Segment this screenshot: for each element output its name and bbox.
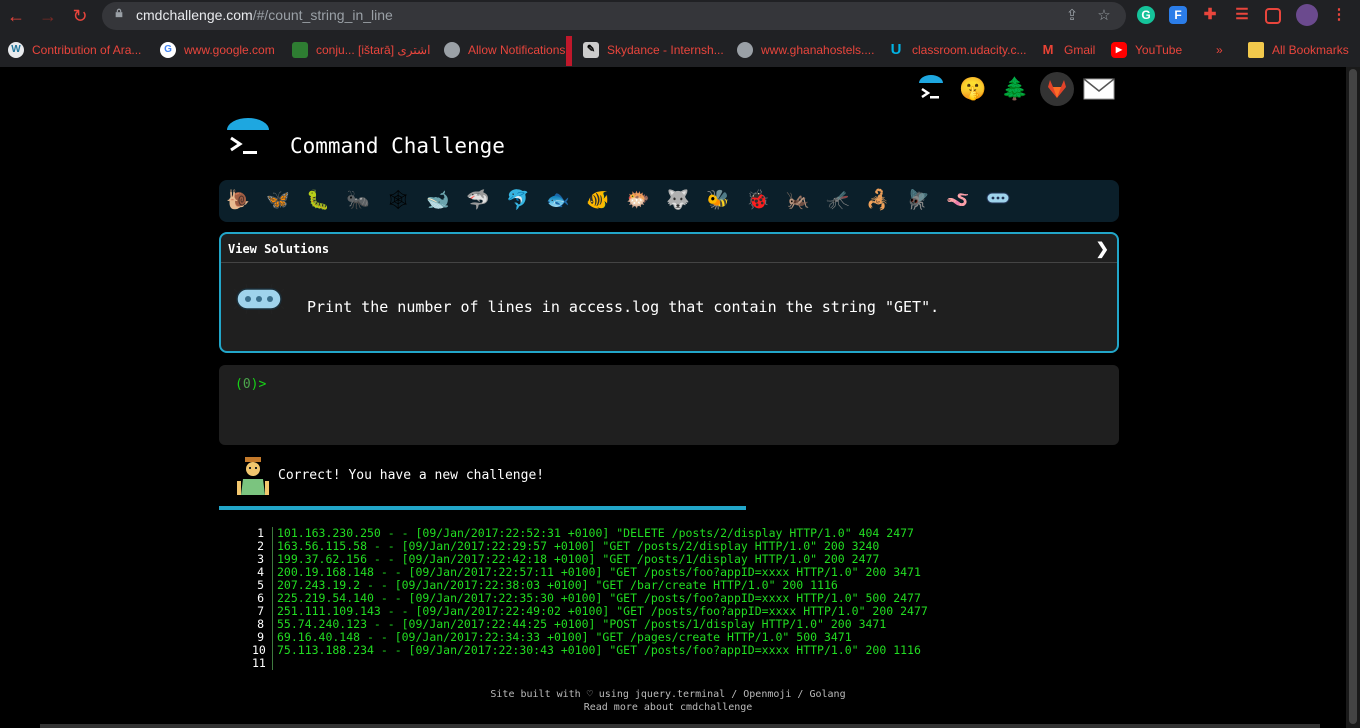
globe-icon: [737, 42, 753, 58]
command-output-log: 1 101.163.230.250 - - [09/Jan/2017:22:52:…: [252, 527, 992, 670]
bookmark-star-icon[interactable]: ☆: [1094, 6, 1114, 26]
extensions-puzzle-icon[interactable]: ✚: [1201, 6, 1219, 24]
terminal-input[interactable]: (0)>: [219, 365, 1119, 445]
ant-icon[interactable]: 🐜: [345, 189, 371, 213]
page-title: Command Challenge: [290, 134, 505, 158]
terminal-logo-icon[interactable]: [914, 72, 948, 106]
microbe-icon: [233, 284, 285, 314]
mail-icon[interactable]: [1082, 72, 1116, 106]
youtube-icon: ▶: [1111, 42, 1127, 58]
command-challenge-logo-icon: [227, 118, 269, 154]
worm-icon[interactable]: 🪱: [945, 189, 971, 213]
ladybug-icon[interactable]: 🐞: [745, 189, 771, 213]
decorative-strip: [566, 36, 572, 66]
log-line: 10 75.113.188.234 - - [09/Jan/2017:22:30:…: [252, 644, 992, 657]
grammarly-extension-icon[interactable]: G: [1137, 6, 1155, 24]
challenge-animal-bar: 🐌 🦋 🐛 🐜 🕸 🐋 🦈 🐬 🐟 🐠 🐡 🐺 🐝 🐞 🦗 🦟 🦂 🪰 🪱: [219, 180, 1119, 222]
address-row: ← → ↻ cmdchallenge.com/#/count_string_in…: [0, 0, 1360, 32]
fish-icon[interactable]: 🐟: [545, 189, 571, 213]
microbe-icon[interactable]: [985, 189, 1011, 213]
log-line: 11: [252, 657, 992, 670]
footer-about-link[interactable]: Read more about cmdchallenge: [0, 701, 1336, 714]
footer: Site built with ♡ using jquery.terminal …: [0, 688, 1336, 714]
challenge-panel: View Solutions ❯ Print the number of lin…: [219, 232, 1119, 353]
browser-chrome: ← → ↻ cmdchallenge.com/#/count_string_in…: [0, 0, 1360, 67]
bookmark-youtube[interactable]: ▶ YouTube: [1111, 40, 1182, 60]
horizontal-scrollbar[interactable]: [40, 724, 1320, 728]
vertical-scrollbar[interactable]: [1346, 67, 1360, 728]
bee-icon[interactable]: 🐝: [705, 189, 731, 213]
tree-icon[interactable]: 🌲: [998, 72, 1032, 106]
terminal-prompt: (0)>: [235, 377, 267, 392]
reading-list-icon[interactable]: ☰: [1233, 6, 1251, 24]
bookmark-udacity[interactable]: Uclassroom.udacity.c...: [888, 40, 1027, 60]
bookmark-conju[interactable]: conju... [ištarā] اشترى: [292, 40, 430, 60]
bookmark-gmail[interactable]: M Gmail: [1040, 40, 1096, 60]
folder-icon: [1248, 42, 1264, 58]
genie-icon: [237, 457, 269, 495]
dolphin-icon[interactable]: 🐬: [505, 189, 531, 213]
mosquito-icon[interactable]: 🦟: [825, 189, 851, 213]
view-solutions-label: View Solutions: [228, 242, 330, 256]
scrollbar-thumb[interactable]: [1349, 69, 1357, 724]
bookmark-skydance[interactable]: ✎ Skydance - Internsh...: [583, 40, 724, 60]
shark-icon[interactable]: 🦈: [465, 189, 491, 213]
profile-avatar[interactable]: [1296, 4, 1318, 26]
feedback-text: Correct! You have a new challenge!: [278, 468, 545, 483]
menu-dots-icon[interactable]: ⋮: [1330, 6, 1348, 24]
shushing-face-icon[interactable]: 🤫: [956, 72, 990, 106]
gitlab-icon[interactable]: [1040, 72, 1074, 106]
butterfly-icon[interactable]: 🦋: [265, 189, 291, 213]
side-panel-icon[interactable]: [1265, 8, 1281, 24]
log-line-text: [272, 657, 277, 670]
chevron-right-icon: ❯: [1095, 241, 1109, 258]
bookmark-google[interactable]: Gwww.google.com: [160, 40, 275, 60]
footer-credits: Site built with ♡ using jquery.terminal …: [490, 689, 846, 700]
udacity-icon: U: [890, 41, 902, 58]
gmail-icon: M: [1042, 42, 1054, 57]
pen-icon: ✎: [583, 42, 599, 58]
fly-icon[interactable]: 🪰: [905, 189, 931, 213]
bookmark-allow-notifications[interactable]: Allow Notifications: [444, 40, 565, 60]
wordpress-icon: W: [8, 42, 24, 58]
blowfish-icon[interactable]: 🐡: [625, 189, 651, 213]
google-icon: G: [160, 42, 176, 58]
snail-icon[interactable]: 🐌: [225, 189, 251, 213]
bookmarks-bar: W Contribution of Ara... Gwww.google.com …: [0, 36, 1360, 64]
address-bar[interactable]: cmdchallenge.com/#/count_string_in_line …: [102, 2, 1126, 30]
whale-icon[interactable]: 🐋: [425, 189, 451, 213]
spider-web-icon[interactable]: 🕸: [385, 189, 411, 213]
leaf-icon: [292, 42, 308, 58]
wolf-icon[interactable]: 🐺: [665, 189, 691, 213]
challenge-task-text: Print the number of lines in access.log …: [307, 298, 940, 316]
progress-bar: [219, 506, 1119, 510]
lock-icon: [115, 8, 123, 18]
extension-fi-icon[interactable]: F: [1169, 6, 1187, 24]
globe-icon: [444, 42, 460, 58]
share-icon[interactable]: ⇪: [1062, 6, 1082, 26]
bookmark-all-bookmarks[interactable]: All Bookmarks: [1248, 40, 1349, 60]
caterpillar-icon[interactable]: 🐛: [305, 189, 331, 213]
forward-arrow-icon[interactable]: →: [37, 5, 59, 27]
bookmarks-overflow-button[interactable]: »: [1216, 40, 1223, 60]
scorpion-icon[interactable]: 🦂: [865, 189, 891, 213]
url-text: cmdchallenge.com/#/count_string_in_line: [136, 7, 393, 23]
prompt-count: 0: [242, 377, 251, 392]
top-icon-links: 🤫 🌲: [914, 72, 1116, 106]
feedback-message: Correct! You have a new challenge!: [230, 455, 630, 497]
tropical-fish-icon[interactable]: 🐠: [585, 189, 611, 213]
progress-fill: [219, 506, 746, 510]
log-line-text: 75.113.188.234 - - [09/Jan/2017:22:30:43…: [272, 644, 921, 657]
bookmark-ghanahostels[interactable]: www.ghanahostels....: [737, 40, 874, 60]
cricket-icon[interactable]: 🦗: [785, 189, 811, 213]
log-line-number: 11: [252, 656, 266, 670]
reload-icon[interactable]: ↻: [69, 5, 91, 27]
bookmark-contribution[interactable]: W Contribution of Ara...: [8, 40, 141, 60]
view-solutions-toggle[interactable]: View Solutions ❯: [221, 234, 1117, 263]
back-arrow-icon[interactable]: ←: [5, 5, 27, 27]
